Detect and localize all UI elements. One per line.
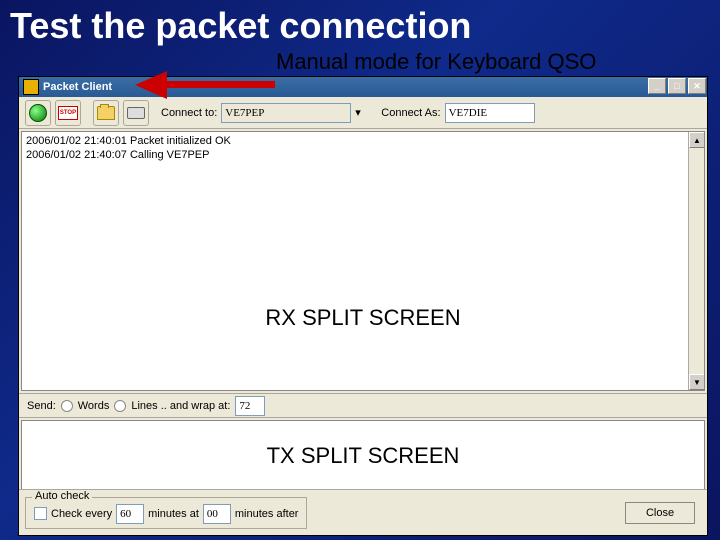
rx-overlay-label: RX SPLIT SCREEN bbox=[265, 305, 460, 331]
send-words-label: Words bbox=[78, 400, 110, 412]
maximize-button[interactable]: □ bbox=[668, 78, 686, 94]
check-minutes-input[interactable] bbox=[116, 504, 144, 524]
keyboard-mode-button[interactable] bbox=[123, 100, 149, 126]
stop-button[interactable]: STOP bbox=[55, 100, 81, 126]
connect-as-input[interactable] bbox=[445, 103, 535, 123]
scroll-up-icon[interactable]: ▲ bbox=[689, 132, 705, 148]
connect-go-button[interactable] bbox=[25, 100, 51, 126]
wrap-at-input[interactable] bbox=[235, 396, 265, 416]
tx-pane[interactable]: TX SPLIT SCREEN bbox=[21, 420, 705, 492]
titlebar[interactable]: Packet Client _ □ ✕ bbox=[19, 77, 707, 97]
close-window-button[interactable]: ✕ bbox=[688, 78, 706, 94]
rx-log: 2006/01/02 21:40:01 Packet initialized O… bbox=[22, 132, 704, 164]
keyboard-icon bbox=[127, 107, 145, 119]
stop-icon: STOP bbox=[58, 106, 78, 120]
close-button[interactable]: Close bbox=[625, 502, 695, 524]
connect-as-label: Connect As: bbox=[381, 107, 440, 119]
slide: Test the packet connection Manual mode f… bbox=[0, 0, 720, 540]
connect-to-combobox[interactable] bbox=[221, 103, 351, 123]
folder-icon bbox=[97, 106, 115, 120]
connect-to-label: Connect to: bbox=[161, 107, 217, 119]
log-line: 2006/01/02 21:40:01 Packet initialized O… bbox=[26, 134, 700, 148]
send-lines-radio[interactable] bbox=[114, 400, 126, 412]
send-words-radio[interactable] bbox=[61, 400, 73, 412]
rx-pane: 2006/01/02 21:40:01 Packet initialized O… bbox=[21, 131, 705, 391]
check-every-checkbox[interactable] bbox=[34, 507, 47, 520]
minutes-after-input[interactable] bbox=[203, 504, 231, 524]
minutes-at-label: minutes at bbox=[148, 508, 199, 520]
auto-check-legend: Auto check bbox=[32, 490, 92, 502]
send-bar: Send: Words Lines .. and wrap at: bbox=[19, 393, 707, 418]
go-icon bbox=[29, 104, 47, 122]
rx-scrollbar[interactable]: ▲ ▼ bbox=[688, 132, 704, 390]
log-line: 2006/01/02 21:40:07 Calling VE7PEP bbox=[26, 148, 700, 162]
slide-title: Test the packet connection bbox=[10, 5, 710, 47]
send-lines-label: Lines .. and wrap at: bbox=[131, 400, 230, 412]
footer-bar: Auto check Check every minutes at minute… bbox=[19, 489, 707, 535]
tx-overlay-label: TX SPLIT SCREEN bbox=[267, 443, 460, 469]
minutes-after-label: minutes after bbox=[235, 508, 299, 520]
toolbar: STOP Connect to: ▾ Connect As: bbox=[19, 97, 707, 129]
slide-subtitle: Manual mode for Keyboard QSO bbox=[276, 49, 596, 75]
auto-check-group: Auto check Check every minutes at minute… bbox=[25, 497, 307, 529]
open-folder-button[interactable] bbox=[93, 100, 119, 126]
packet-client-window: Packet Client _ □ ✕ STOP Connect to: ▾ C… bbox=[18, 76, 708, 536]
send-label: Send: bbox=[27, 400, 56, 412]
app-icon bbox=[23, 79, 39, 95]
check-every-label: Check every bbox=[51, 508, 112, 520]
minimize-button[interactable]: _ bbox=[648, 78, 666, 94]
window-title: Packet Client bbox=[43, 81, 112, 93]
scroll-down-icon[interactable]: ▼ bbox=[689, 374, 705, 390]
